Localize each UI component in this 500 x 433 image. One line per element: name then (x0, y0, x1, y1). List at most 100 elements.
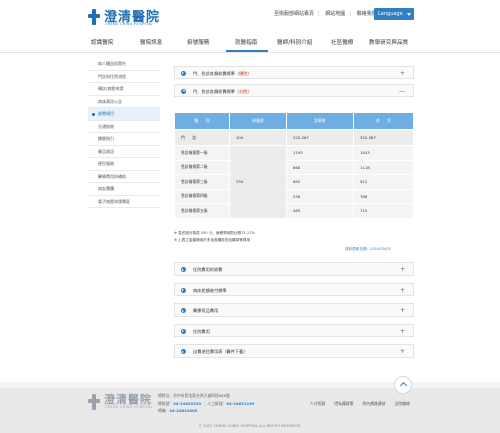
sidebar-item-label: 門診與住院流程 (98, 73, 126, 79)
table-cell: 1193 (286, 145, 354, 161)
table-row: 急診檢傷第五級 465 715 (174, 203, 414, 219)
table-row: 急診檢傷第四級 536 786 (174, 188, 414, 204)
table-cell: 662 (286, 174, 354, 190)
sidebar-item-label: 便民服務 (98, 161, 114, 166)
note-rest: ，兩餐費用則比照71.17% (212, 231, 255, 235)
table-cell: 320-367 (353, 129, 414, 146)
note-text: ※ 上表之金額適用於未含各種檢查及藥劑等費用 (174, 237, 251, 242)
updated-date: 資料更新日期：2014/05/05 (345, 247, 391, 251)
accordion-title: 門、急診各類收費標準 (193, 89, 235, 94)
accordion-self-pay[interactable]: 自費項目費用表（醫件下載） + (174, 344, 414, 358)
table-cell: 912 (353, 174, 414, 190)
accordion-bed-difference[interactable]: 病床差額收付標準 + (174, 282, 414, 296)
main-content: 門、急診各類收費標準（總院） + 門、急診各類收費標準（分院） — (174, 66, 414, 102)
note-line: ※ 上表之金額適用於未含各種檢查及藥劑等費用 (174, 237, 255, 244)
sidebar-item-label: 樓層指引 (98, 136, 114, 141)
minus-icon: — (399, 88, 405, 95)
accordion-hospital-fees[interactable]: 住院費用 + (174, 323, 414, 337)
hospital-logo[interactable]: 澄清醫院 CHENG CHING HOSPITAL (88, 7, 168, 29)
top-link-ministry[interactable]: 至衛服部網站專頁 (274, 11, 314, 17)
accordion-title: 門、急診各類收費標準 (193, 71, 235, 76)
arrow-right-icon (181, 70, 186, 76)
accordion-inpatient[interactable]: 住院費用的收費 + (174, 262, 414, 276)
nav-item-about[interactable]: 認識醫院 (91, 38, 113, 46)
cross-icon (88, 9, 100, 25)
sidebar-item-floors[interactable]: 樓層指引 (88, 133, 160, 146)
active-dot-icon (92, 112, 95, 116)
sidebar-item-rights[interactable]: 病人權益與責任 (88, 58, 160, 71)
table-cell: 100 (229, 129, 287, 146)
nav-item-research[interactable]: 教學研究與品質 (369, 38, 408, 46)
accordion-list: 住院費用的收費 + 病床差額收付標準 + 醫療用品費用 + 住院費用 + 自費項目費用表… (174, 262, 414, 365)
footer-logo: 澄清醫院 CHENG CHING HOSPITAL (88, 392, 158, 414)
sidebar-item-label: 藥品資訊 (98, 148, 114, 154)
table-cell: 715 (353, 203, 414, 219)
table-header: 合 計 (353, 112, 414, 130)
accordion-supplies[interactable]: 醫療用品費用 + (174, 303, 414, 317)
top-links: 至衛服部網站專頁 | 網站地圖 | 聯絡我們 (270, 10, 381, 17)
footer-link-privacy[interactable]: 隱私權政策 (334, 401, 353, 406)
table-cell: 868 (286, 159, 354, 175)
active-nav-indicator (226, 50, 268, 52)
footer-fax: 總機：04-24632000 (158, 407, 254, 415)
top-link-sitemap[interactable]: 網站地圖 (325, 11, 345, 17)
sidebar: 病人權益與責任 門診與住院流程 轉診/病歷申請 病床資訊公告 收費項目 交通指南… (88, 58, 160, 208)
sidebar-item-groups[interactable]: 病友團體 (88, 183, 160, 196)
plus-icon: + (399, 266, 405, 273)
site-header: 澄清醫院 CHENG CHING HOSPITAL 至衛服部網站專頁 | 網站地圖… (0, 0, 500, 32)
nav-item-news[interactable]: 醫院訊息 (140, 38, 162, 46)
table-cell: 門 診 (174, 129, 230, 146)
divider: | (318, 11, 320, 17)
sidebar-item-fees[interactable]: 收費項目 (88, 108, 160, 121)
note-line: ※ 急診部分負擔 550 元，兩餐費用則比照71.17% (174, 230, 255, 237)
table-cell: 536 (286, 188, 354, 204)
fee-table: 類 別 掛號費 診察費 合 計 門 診 100 220-267 320-367 … (174, 112, 414, 219)
footer-link-contact[interactable]: 全院聯絡 (395, 401, 410, 406)
sidebar-item-label: 病床資訊公告 (98, 98, 122, 104)
sidebar-item-beds[interactable]: 病床資訊公告 (88, 96, 160, 108)
accordion-main-fees[interactable]: 門、急診各類收費標準（總院） + (174, 66, 414, 79)
note-amount: 550 元 (200, 231, 213, 235)
footer-link-intranet[interactable]: 院內網路連結 (363, 401, 386, 406)
sidebar-item-label: 病友團體 (98, 186, 114, 191)
sidebar-item-subsidy[interactable]: 醫療費用與補助 (88, 171, 160, 183)
nav-item-registration[interactable]: 掛號服務 (187, 38, 209, 46)
table-header: 類 別 (174, 112, 230, 130)
table-cell: 1443 (353, 145, 414, 161)
table-cell: 急診檢傷第一級 (174, 145, 230, 161)
table-cell: 786 (353, 188, 414, 204)
sidebar-item-referral[interactable]: 轉診/病歷申請 (88, 83, 160, 96)
accordion-title: 醫療用品費用 (193, 308, 219, 313)
footer-link-recruit[interactable]: 人才招募 (310, 401, 325, 406)
sidebar-item-drugs[interactable]: 藥品資訊 (88, 146, 160, 158)
sidebar-item-records[interactable]: 電子病歷申請專區 (88, 196, 160, 208)
nav-item-community[interactable]: 社區醫療 (331, 38, 353, 46)
sidebar-item-process[interactable]: 門診與住院流程 (88, 71, 160, 83)
cross-icon (88, 394, 100, 410)
fax-number: 04-24632000 (169, 408, 198, 413)
accordion-branch-fees[interactable]: 門、急診各類收費標準（分院） — (174, 84, 414, 97)
footer-phones: 總掛號：04-24632293 ｜ 人工掛號：04-24631199 (158, 400, 255, 406)
sidebar-item-services[interactable]: 便民服務 (88, 158, 160, 171)
nav-item-guide[interactable]: 就醫指南 (235, 38, 257, 46)
language-select[interactable]: Language (374, 8, 414, 20)
footer-logo-english-name: CHENG CHING HOSPITAL (105, 405, 153, 409)
arrow-down-icon (181, 88, 186, 94)
table-row: 急診檢傷第二級 868 1118 (174, 159, 414, 175)
footer-contact-info: 總院址：台中市西屯區台灣大道四段966號 總掛號：04-24632293 ｜ 人… (158, 392, 254, 415)
plus-icon: + (399, 70, 405, 77)
table-cell: 急診檢傷第三級 (174, 174, 230, 190)
nav-item-doctors[interactable]: 醫師/科別介紹 (277, 38, 312, 46)
logo-english-name: CHENG CHING HOSPITAL (105, 22, 153, 26)
sidebar-item-traffic[interactable]: 交通指南 (88, 121, 160, 133)
sidebar-item-label: 交通指南 (98, 123, 114, 129)
plus-icon: + (399, 307, 405, 314)
copyright: © 2012 CHENG CHING HOSPITAL ALL RIGHTS R… (198, 424, 302, 428)
sidebar-item-label: 轉診/病歷申請 (98, 86, 124, 91)
language-label: Language (378, 11, 403, 17)
table-cell: 220-267 (286, 129, 354, 146)
table-header: 診察費 (286, 112, 354, 130)
phone-number: 04-24632293 (173, 400, 202, 406)
back-to-top-button[interactable] (394, 376, 412, 394)
manual-phone-label: 人工掛號： (207, 400, 227, 406)
